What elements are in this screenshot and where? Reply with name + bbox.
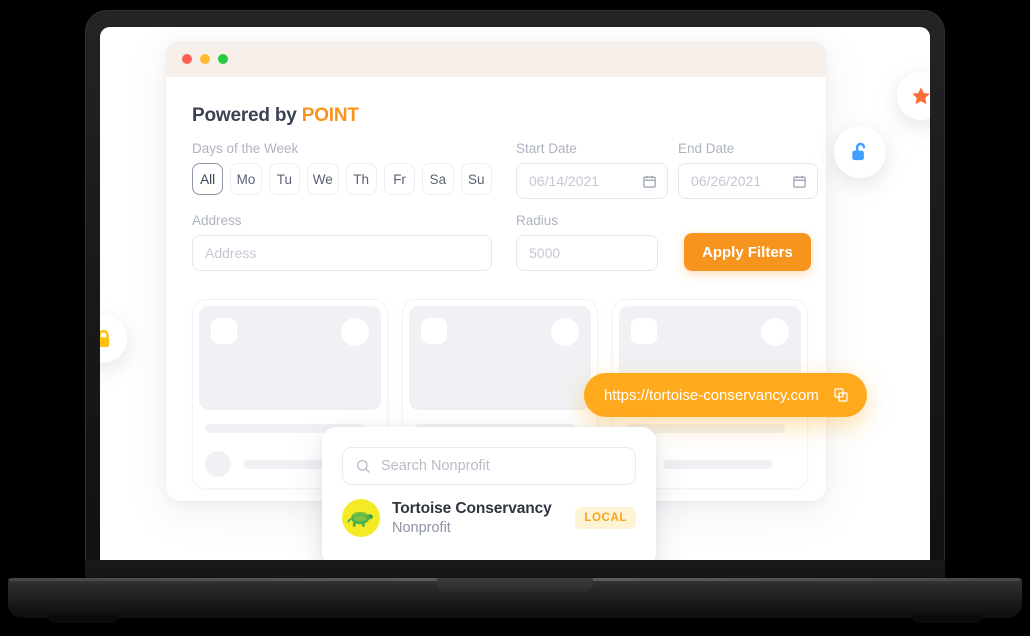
days-of-week-group: Days of the Week All Mo Tu We Th Fr Sa S… — [192, 141, 492, 199]
skeleton-image — [199, 306, 381, 410]
favorite-button[interactable] — [897, 72, 930, 120]
skeleton-badge-square — [211, 318, 237, 344]
day-button-all[interactable]: All — [192, 163, 224, 195]
address-label: Address — [192, 213, 242, 228]
status-badge: LOCAL — [575, 507, 636, 529]
minimize-window-dot[interactable] — [200, 54, 210, 64]
nonprofit-subtitle: Nonprofit — [392, 520, 451, 536]
radius-group: Radius 5000 — [516, 213, 658, 271]
day-button-sa[interactable]: Sa — [422, 163, 454, 195]
nonprofit-name: Tortoise Conservancy — [392, 500, 552, 517]
url-pill[interactable]: https://tortoise-conservancy.com — [584, 373, 867, 417]
day-button-th[interactable]: Th — [345, 163, 377, 195]
traffic-lights — [182, 54, 228, 64]
close-window-dot[interactable] — [182, 54, 192, 64]
star-icon — [912, 87, 930, 105]
skeleton-badge-square — [631, 318, 657, 344]
end-date-group: End Date 06/26/2021 — [678, 141, 818, 199]
search-input[interactable]: Search Nonprofit — [342, 447, 636, 485]
nonprofit-text: Tortoise Conservancy Nonprofit — [392, 500, 563, 536]
skeleton-badge-circle — [761, 318, 789, 346]
lock-icon — [100, 329, 109, 347]
calendar-icon[interactable] — [642, 174, 657, 189]
start-date-input[interactable]: 06/14/2021 — [516, 163, 668, 199]
address-group: Address Address — [192, 213, 492, 271]
brand-prefix: Powered by — [192, 105, 302, 126]
radius-label: Radius — [516, 213, 559, 228]
unlock-icon — [851, 142, 865, 160]
day-button-mo[interactable]: Mo — [230, 163, 262, 195]
nonprofit-search-popover: Search Nonprofit Tortoise Conservancy No… — [322, 427, 656, 567]
skeleton-avatar — [205, 451, 231, 477]
end-date-value: 06/26/2021 — [691, 173, 762, 189]
laptop-screen: Powered by POINT Days of the Week All Mo… — [100, 27, 930, 569]
unlock-button[interactable] — [834, 126, 886, 178]
url-text: https://tortoise-conservancy.com — [604, 386, 819, 404]
start-date-value: 06/14/2021 — [529, 173, 600, 189]
search-icon — [357, 460, 370, 473]
skeleton-image — [409, 306, 591, 410]
days-of-week-label: Days of the Week — [192, 141, 299, 156]
day-button-we[interactable]: We — [307, 163, 339, 195]
search-result-item[interactable]: Tortoise Conservancy Nonprofit LOCAL — [342, 499, 636, 537]
skeleton-badge-circle — [341, 318, 369, 346]
radius-placeholder: 5000 — [529, 245, 561, 261]
laptop-base-notch — [437, 578, 593, 592]
start-date-label: Start Date — [516, 141, 577, 156]
day-button-su[interactable]: Su — [460, 163, 492, 195]
lock-button[interactable] — [100, 315, 127, 363]
day-button-fr[interactable]: Fr — [383, 163, 416, 195]
end-date-label: End Date — [678, 141, 735, 156]
copy-icon[interactable] — [833, 387, 849, 403]
search-placeholder: Search Nonprofit — [381, 458, 490, 474]
brand-name: POINT — [301, 105, 359, 126]
day-button-tu[interactable]: Tu — [268, 163, 301, 195]
start-date-group: Start Date 06/14/2021 — [516, 141, 668, 199]
address-placeholder: Address — [205, 245, 257, 261]
skeleton-badge-circle — [551, 318, 579, 346]
filters-row-2: Address Address Radius 5000 Apply Filter… — [192, 213, 826, 271]
apply-filters-button[interactable]: Apply Filters — [684, 233, 811, 271]
calendar-icon[interactable] — [792, 174, 807, 189]
skeleton-badge-square — [421, 318, 447, 344]
skeleton-sub-bar — [663, 459, 773, 469]
window-titlebar — [166, 41, 826, 77]
screenshot-stage: Powered by POINT Days of the Week All Mo… — [0, 0, 1030, 636]
filters-row-1: Days of the Week All Mo Tu We Th Fr Sa S… — [192, 141, 826, 199]
radius-input[interactable]: 5000 — [516, 235, 658, 271]
maximize-window-dot[interactable] — [218, 54, 228, 64]
apply-filters-wrap: Apply Filters — [684, 233, 811, 271]
laptop-foot-right — [912, 615, 982, 623]
page-title: Powered by POINT — [192, 105, 826, 127]
end-date-input[interactable]: 06/26/2021 — [678, 163, 818, 199]
address-input[interactable]: Address — [192, 235, 492, 271]
turtle-icon — [347, 511, 373, 527]
day-buttons: All Mo Tu We Th Fr Sa Su — [192, 163, 492, 195]
nonprofit-avatar — [342, 499, 380, 537]
laptop-foot-left — [48, 615, 118, 623]
